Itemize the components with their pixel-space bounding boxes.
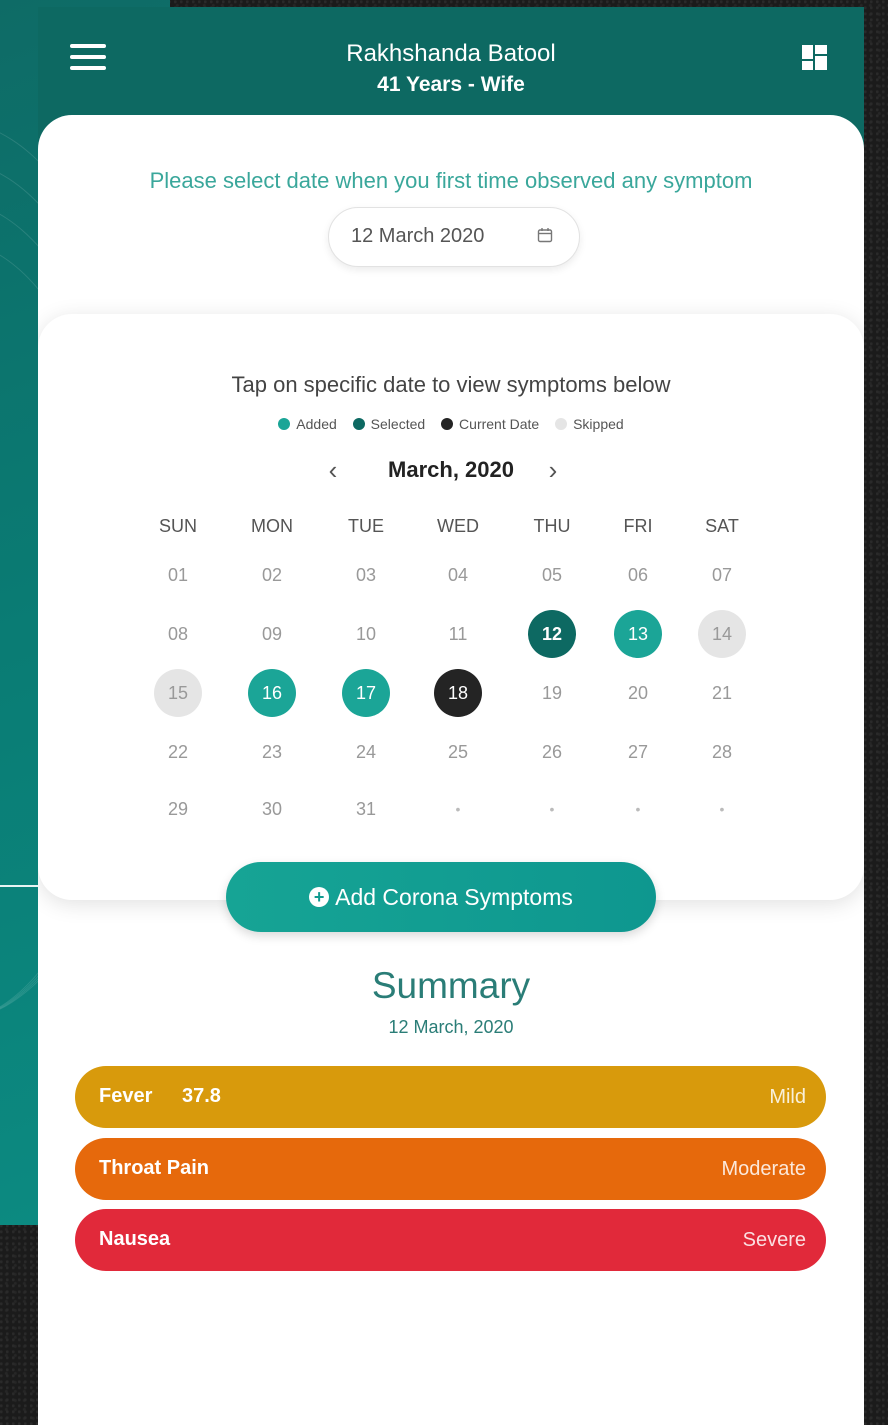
weekday-header: TUE: [348, 515, 384, 536]
empty-day-dot: •: [455, 801, 461, 817]
symptom-name: Throat Pain: [99, 1157, 210, 1179]
calendar-grid: SUN MON TUE WED THU FRI SAT 01 02 03 04 05 06 07 08 09 1…: [38, 7, 864, 900]
calendar-day[interactable]: 19: [528, 669, 576, 717]
symptom-severity: Severe: [742, 1229, 806, 1251]
weekday-header: SUN: [158, 515, 197, 536]
calendar-day[interactable]: 30: [248, 785, 296, 833]
calendar-day[interactable]: 20: [614, 669, 662, 717]
calendar-day[interactable]: 14: [698, 610, 746, 658]
calendar-day[interactable]: 05: [528, 551, 576, 599]
calendar-day[interactable]: 13: [614, 610, 662, 658]
calendar-day[interactable]: 16: [248, 669, 296, 717]
calendar-day[interactable]: 10: [342, 610, 390, 658]
summary-date: 12 March, 2020: [388, 1017, 514, 1037]
empty-day-dot: •: [549, 801, 555, 817]
symptom-severity: Moderate: [721, 1158, 807, 1180]
symptom-name: Nausea: [99, 1228, 171, 1250]
calendar-day[interactable]: 07: [698, 551, 746, 599]
symptom-severity: Mild: [769, 1086, 806, 1108]
summary-title: Summary: [371, 965, 531, 1006]
calendar-day[interactable]: 31: [342, 785, 390, 833]
add-corona-symptoms-button[interactable]: + Add Corona Symptoms: [226, 862, 656, 932]
add-button-label: Add Corona Symptoms: [335, 883, 573, 910]
weekday-header: THU: [533, 515, 571, 536]
calendar-day[interactable]: 26: [528, 728, 576, 776]
calendar-day[interactable]: 08: [154, 610, 202, 658]
calendar-day[interactable]: 11: [434, 610, 482, 658]
calendar-day[interactable]: 24: [342, 728, 390, 776]
empty-day-dot: •: [719, 801, 725, 817]
calendar-day[interactable]: 27: [614, 728, 662, 776]
weekday-header: FRI: [623, 515, 653, 536]
calendar-day[interactable]: 01: [154, 551, 202, 599]
symptom-name: Fever: [99, 1085, 153, 1107]
symptom-row-fever[interactable]: Fever 37.8 Mild: [75, 1066, 826, 1128]
symptom-reading: 37.8: [182, 1085, 221, 1107]
calendar-day[interactable]: 25: [434, 728, 482, 776]
calendar-day[interactable]: 21: [698, 669, 746, 717]
empty-day-dot: •: [635, 801, 641, 817]
weekday-header: WED: [437, 515, 479, 536]
calendar-day[interactable]: 03: [342, 551, 390, 599]
symptom-row-nausea[interactable]: Nausea Severe: [75, 1209, 826, 1271]
calendar-day[interactable]: 22: [154, 728, 202, 776]
calendar-day[interactable]: 29: [154, 785, 202, 833]
calendar-day[interactable]: 18: [434, 669, 482, 717]
weekday-header: SAT: [705, 515, 739, 536]
symptom-row-throat-pain[interactable]: Throat Pain Moderate: [75, 1138, 826, 1200]
calendar-day[interactable]: 15: [154, 669, 202, 717]
calendar-day[interactable]: 02: [248, 551, 296, 599]
calendar-day[interactable]: 06: [614, 551, 662, 599]
calendar-day[interactable]: 09: [248, 610, 296, 658]
weekday-header: MON: [251, 515, 293, 536]
phone-screen: Rakhshanda Batool 41 Years - Wife Please…: [38, 7, 864, 1425]
calendar-day[interactable]: 12: [528, 610, 576, 658]
calendar-day[interactable]: 28: [698, 728, 746, 776]
background-divider: [0, 885, 40, 887]
calendar-day[interactable]: 17: [342, 669, 390, 717]
plus-circle-icon: +: [309, 887, 330, 907]
calendar-day[interactable]: 04: [434, 551, 482, 599]
calendar-day[interactable]: 23: [248, 728, 296, 776]
